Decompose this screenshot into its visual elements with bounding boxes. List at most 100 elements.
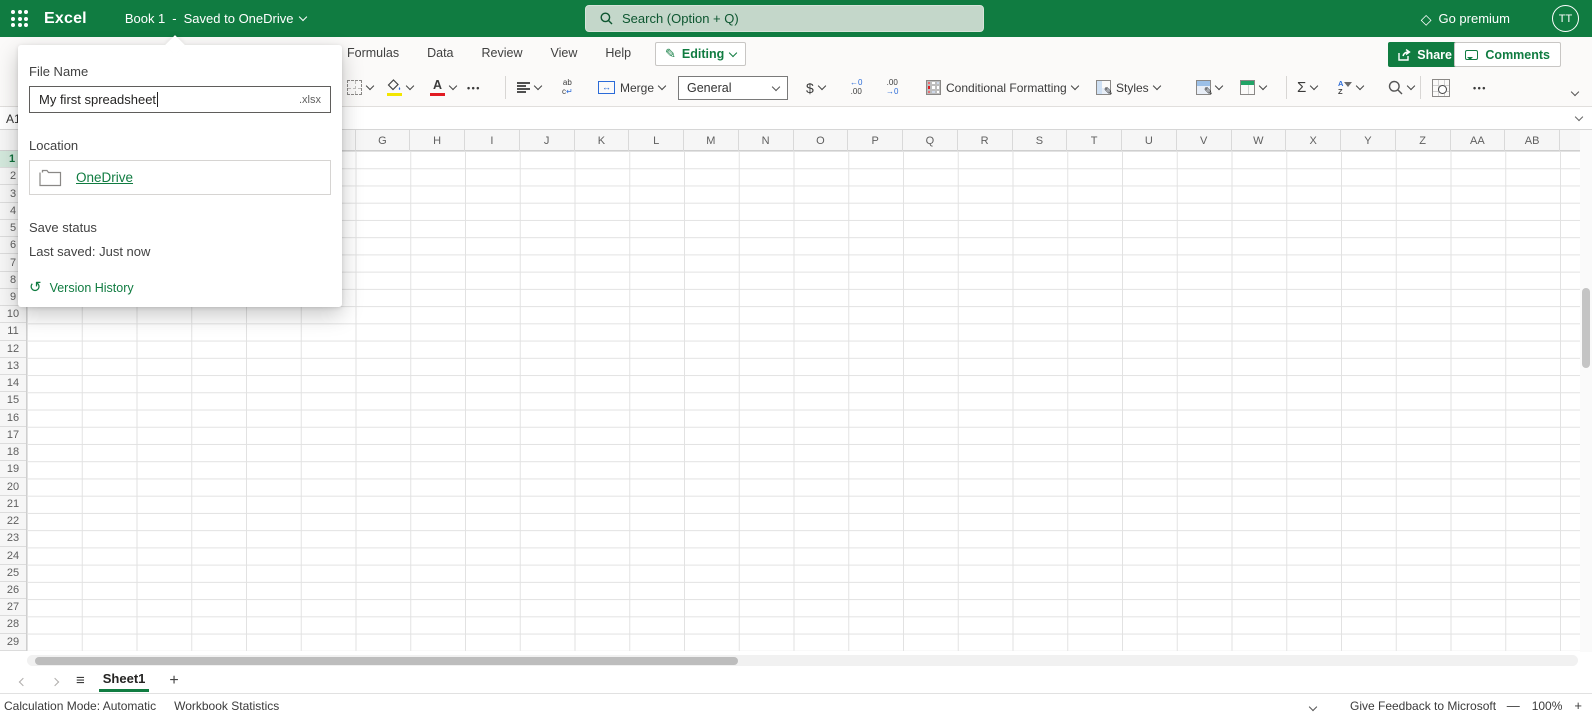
row-header-22[interactable]: 22	[0, 513, 26, 530]
format-as-table-button[interactable]	[1196, 68, 1222, 107]
tab-help[interactable]: Help	[591, 37, 645, 68]
row-header-19[interactable]: 19	[0, 461, 26, 478]
app-launcher-icon[interactable]	[11, 10, 28, 27]
column-header-T[interactable]: T	[1067, 130, 1122, 151]
editing-mode-button[interactable]: ✎ Editing	[655, 42, 746, 66]
wrap-text-button[interactable]: ab c↵	[562, 68, 573, 107]
document-title-button[interactable]: Book 1 - Saved to OneDrive	[125, 11, 307, 26]
previous-sheet-button[interactable]	[14, 672, 32, 690]
column-header-U[interactable]: U	[1122, 130, 1177, 151]
row-header-27[interactable]: 27	[0, 599, 26, 616]
sort-filter-button[interactable]: AZ	[1338, 68, 1363, 107]
column-header-X[interactable]: X	[1286, 130, 1341, 151]
column-header-J[interactable]: J	[520, 130, 575, 151]
zoom-in-button[interactable]: +	[1574, 698, 1582, 713]
column-header-AA[interactable]: AA	[1451, 130, 1506, 151]
onedrive-link[interactable]: OneDrive	[76, 170, 133, 185]
column-header-O[interactable]: O	[794, 130, 849, 151]
column-header-Q[interactable]: Q	[903, 130, 958, 151]
column-header-P[interactable]: P	[848, 130, 903, 151]
column-header-R[interactable]: R	[958, 130, 1013, 151]
find-button[interactable]	[1388, 68, 1414, 107]
row-header-24[interactable]: 24	[0, 547, 26, 564]
all-sheets-menu-icon[interactable]: ≡	[76, 672, 85, 689]
row-header-12[interactable]: 12	[0, 341, 26, 358]
analyze-data-icon	[1432, 79, 1450, 97]
column-header-Y[interactable]: Y	[1341, 130, 1396, 151]
zoom-level[interactable]: 100%	[1532, 699, 1563, 713]
conditional-formatting-button[interactable]: Conditional Formatting	[926, 68, 1078, 107]
column-header-G[interactable]: G	[356, 130, 411, 151]
row-header-17[interactable]: 17	[0, 427, 26, 444]
row-header-26[interactable]: 26	[0, 582, 26, 599]
search-input[interactable]: Search (Option + Q)	[585, 5, 984, 32]
comments-button[interactable]: Comments	[1454, 42, 1561, 67]
tab-formulas[interactable]: Formulas	[333, 37, 413, 68]
borders-button[interactable]	[347, 68, 373, 107]
merge-button[interactable]: ↔ Merge	[598, 68, 665, 107]
status-options-button[interactable]	[1310, 699, 1316, 713]
collapse-ribbon-button[interactable]	[1572, 82, 1578, 100]
number-format-select[interactable]: General	[678, 76, 788, 100]
share-button[interactable]: Share	[1388, 42, 1462, 67]
workbook-statistics-button[interactable]: Workbook Statistics	[174, 699, 279, 713]
text-caret	[157, 92, 158, 107]
sheet-tab[interactable]: Sheet1	[99, 669, 150, 692]
row-header-28[interactable]: 28	[0, 616, 26, 633]
row-header-23[interactable]: 23	[0, 530, 26, 547]
cells-button[interactable]	[1240, 68, 1266, 107]
currency-format-button[interactable]: $	[806, 68, 825, 107]
tab-review[interactable]: Review	[468, 37, 537, 68]
column-header-Z[interactable]: Z	[1396, 130, 1451, 151]
go-premium-button[interactable]: ◇ Go premium	[1421, 0, 1510, 37]
row-header-20[interactable]: 20	[0, 478, 26, 495]
column-header-H[interactable]: H	[410, 130, 465, 151]
horizontal-scrollbar-thumb[interactable]	[35, 657, 738, 665]
vertical-scrollbar-thumb[interactable]	[1582, 288, 1590, 368]
vertical-scrollbar-track[interactable]	[1580, 130, 1592, 652]
app-name[interactable]: Excel	[44, 10, 87, 28]
row-header-16[interactable]: 16	[0, 410, 26, 427]
file-name-input[interactable]: My first spreadsheet .xlsx	[29, 86, 331, 113]
column-header-W[interactable]: W	[1232, 130, 1287, 151]
row-header-13[interactable]: 13	[0, 358, 26, 375]
font-group-overflow-button[interactable]: •••	[467, 68, 481, 107]
analyze-data-button[interactable]	[1432, 68, 1450, 107]
column-header-S[interactable]: S	[1013, 130, 1068, 151]
column-header-V[interactable]: V	[1177, 130, 1232, 151]
horizontal-scrollbar-track[interactable]	[27, 655, 1578, 666]
font-color-button[interactable]: A	[430, 68, 456, 107]
row-header-29[interactable]: 29	[0, 634, 26, 651]
cell-styles-button[interactable]: Styles	[1096, 68, 1160, 107]
column-header-N[interactable]: N	[739, 130, 794, 151]
row-header-25[interactable]: 25	[0, 565, 26, 582]
version-history-button[interactable]: ↺ Version History	[29, 280, 342, 295]
fill-color-button[interactable]	[387, 68, 413, 107]
increase-decimal-button[interactable]: .00 →0	[886, 68, 898, 107]
column-header-K[interactable]: K	[575, 130, 630, 151]
feedback-link[interactable]: Give Feedback to Microsoft	[1350, 699, 1496, 713]
row-header-14[interactable]: 14	[0, 375, 26, 392]
next-sheet-button[interactable]	[46, 672, 64, 690]
autosum-button[interactable]: Σ	[1297, 68, 1317, 107]
zoom-out-button[interactable]: —	[1507, 698, 1520, 713]
calculation-mode-status[interactable]: Calculation Mode: Automatic	[4, 699, 156, 713]
account-avatar[interactable]: TT	[1552, 5, 1579, 32]
chevron-down-icon	[1070, 82, 1078, 90]
align-button[interactable]	[517, 68, 541, 107]
row-header-21[interactable]: 21	[0, 496, 26, 513]
column-header-L[interactable]: L	[629, 130, 684, 151]
ribbon-overflow-button[interactable]: •••	[1473, 68, 1487, 107]
decrease-decimal-button[interactable]: ←0 .00	[850, 68, 862, 107]
tab-view[interactable]: View	[537, 37, 592, 68]
row-header-15[interactable]: 15	[0, 392, 26, 409]
expand-formula-bar-icon[interactable]	[1575, 113, 1583, 121]
column-header-AB[interactable]: AB	[1505, 130, 1560, 151]
add-sheet-button[interactable]: +	[169, 672, 178, 690]
row-header-18[interactable]: 18	[0, 444, 26, 461]
column-header-M[interactable]: M	[684, 130, 739, 151]
row-header-10[interactable]: 10	[0, 306, 26, 323]
column-header-I[interactable]: I	[465, 130, 520, 151]
row-header-11[interactable]: 11	[0, 323, 26, 340]
tab-data[interactable]: Data	[413, 37, 467, 68]
